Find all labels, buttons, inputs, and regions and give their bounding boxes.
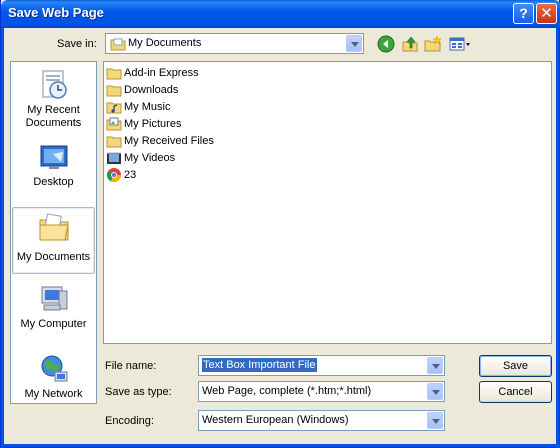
place-label-recent-line1: My Recent — [27, 104, 80, 116]
my-computer-icon — [12, 282, 95, 318]
file-name: My Pictures — [124, 118, 182, 130]
place-my-network[interactable]: My Network — [12, 352, 95, 401]
place-my-documents[interactable]: My Documents — [12, 207, 95, 274]
file-name: Add-in Express — [124, 67, 199, 79]
window-frame-right — [556, 28, 559, 448]
music-folder-icon — [106, 99, 122, 115]
folder-icon — [106, 133, 122, 149]
encoding-label: Encoding: — [105, 415, 154, 427]
place-label-desktop: Desktop — [33, 176, 74, 188]
cancel-button[interactable]: Cancel — [479, 381, 552, 403]
file-name: My Received Files — [124, 135, 214, 147]
close-button[interactable]: ✕ — [536, 3, 557, 24]
save-button[interactable]: Save — [479, 355, 552, 377]
pictures-folder-icon — [106, 116, 122, 132]
place-label-recent-line2: Documents — [25, 117, 82, 129]
chevron-down-icon[interactable] — [427, 357, 443, 374]
save-as-type-value: Web Page, complete (*.htm;*.html) — [202, 385, 372, 397]
save-in-combo[interactable]: My Documents — [105, 33, 364, 54]
encoding-select[interactable]: Western European (Windows) — [198, 410, 445, 431]
chevron-down-icon[interactable] — [427, 412, 443, 429]
chevron-down-icon[interactable] — [346, 35, 362, 52]
file-name-dropdown[interactable] — [426, 356, 444, 375]
file-name-label: File name: — [105, 360, 157, 372]
place-label-my-computer: My Computer — [20, 318, 87, 330]
save-as-type-label: Save as type: — [105, 386, 172, 398]
window-title: Save Web Page — [8, 5, 104, 20]
chrome-icon — [106, 167, 122, 183]
my-network-icon — [12, 352, 95, 388]
place-label-my-network: My Network — [24, 388, 83, 400]
folder-icon — [106, 82, 122, 98]
file-name-value: Text Box Important File — [202, 358, 317, 372]
videos-folder-icon — [106, 150, 122, 166]
file-name: 23 — [124, 169, 137, 181]
chevron-down-icon[interactable] — [427, 383, 443, 400]
folder-icon — [106, 65, 122, 81]
help-button[interactable]: ? — [513, 3, 534, 24]
title-bar[interactable]: Save Web Page ? ✕ — [1, 0, 560, 28]
encoding-value: Western European (Windows) — [202, 414, 349, 426]
recent-documents-icon — [12, 68, 95, 104]
place-desktop[interactable]: Desktop — [12, 140, 95, 189]
desktop-icon — [12, 140, 95, 176]
place-my-recent-documents[interactable]: My Recent Documents — [12, 68, 95, 130]
file-name: Downloads — [124, 84, 179, 96]
up-one-level-icon[interactable] — [401, 35, 419, 53]
new-folder-icon[interactable] — [424, 35, 442, 53]
views-menu-icon[interactable] — [449, 35, 473, 53]
back-icon[interactable] — [377, 35, 395, 53]
save-in-value: My Documents — [128, 37, 202, 49]
file-list[interactable]: Add-in Express Downloads My Music My Pic… — [103, 61, 552, 344]
my-documents-icon — [13, 211, 94, 247]
window-frame-bottom — [1, 444, 560, 447]
save-as-type-select[interactable]: Web Page, complete (*.htm;*.html) — [198, 381, 445, 402]
window-frame-left — [1, 28, 4, 448]
file-name: My Videos — [124, 152, 176, 164]
places-bar: My Recent Documents Desktop My Documents… — [10, 61, 97, 404]
my-documents-small-icon — [110, 37, 126, 54]
place-my-computer[interactable]: My Computer — [12, 282, 95, 331]
file-name: My Music — [124, 101, 171, 113]
save-in-label: Save in: — [57, 38, 97, 50]
place-label-my-documents: My Documents — [16, 251, 91, 263]
file-name-input[interactable]: Text Box Important File — [198, 355, 445, 376]
save-web-page-dialog: Save Web Page ? ✕ Save in: My Documents … — [0, 0, 560, 448]
